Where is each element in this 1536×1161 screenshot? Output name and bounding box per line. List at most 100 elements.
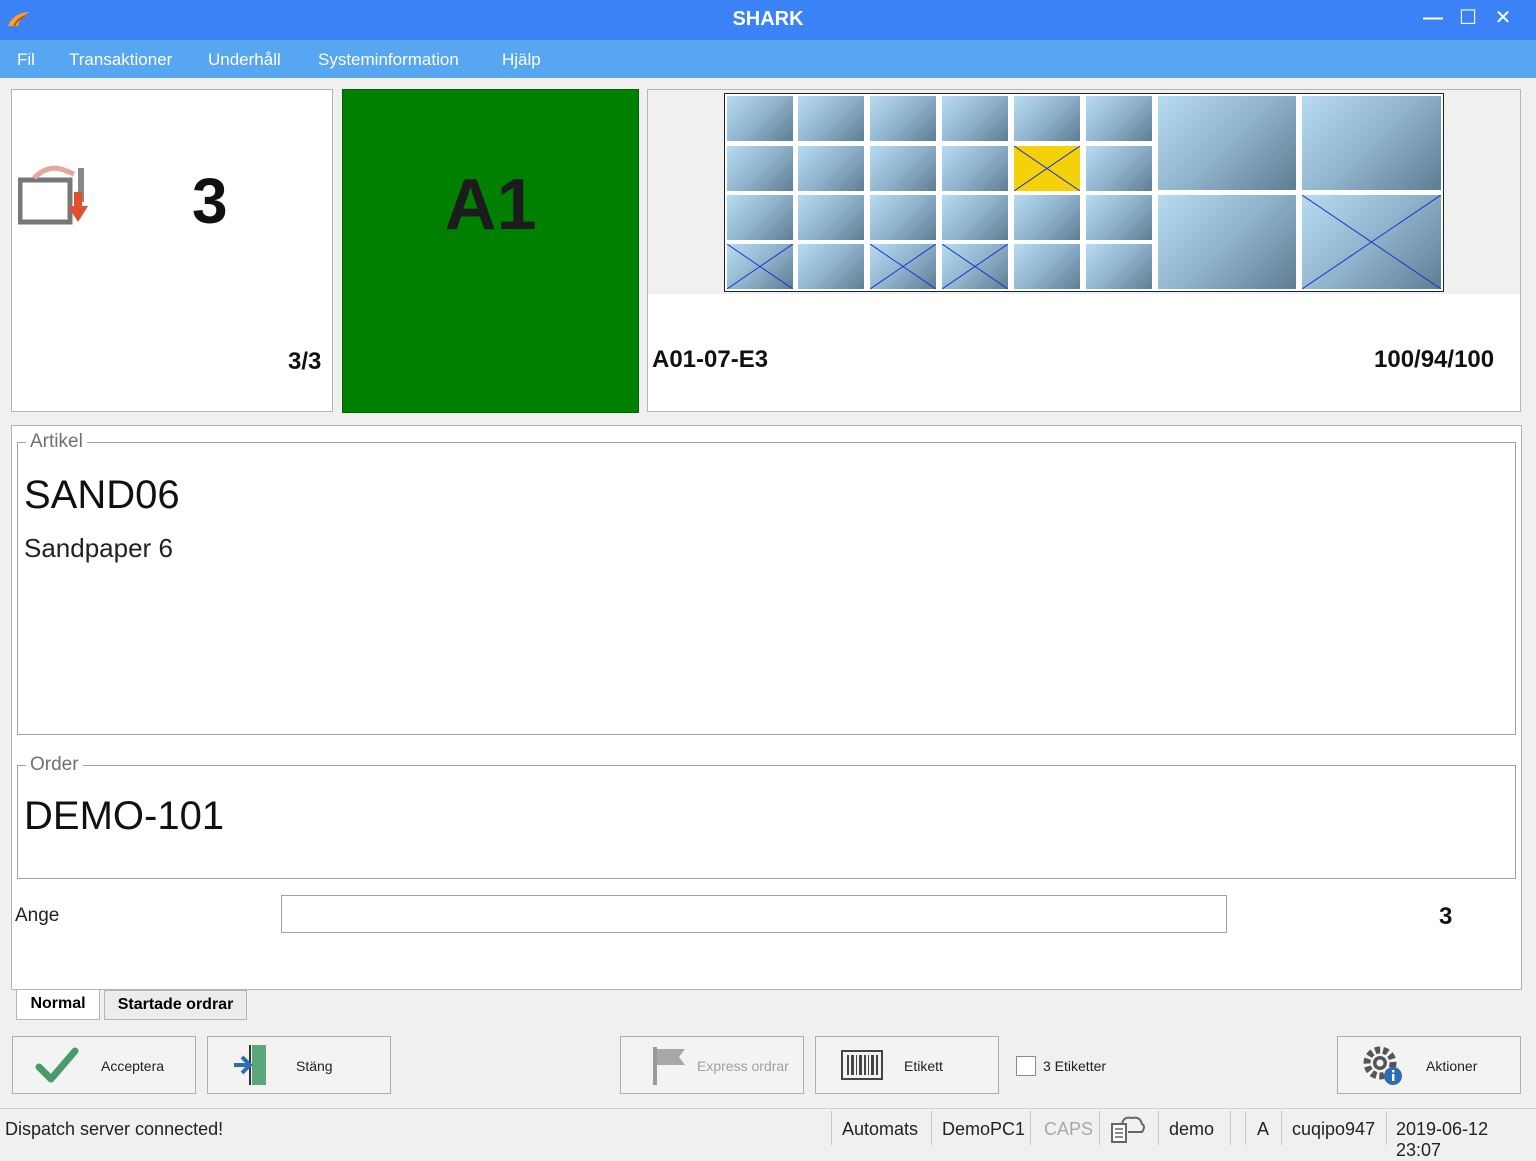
shelf-cell-empty[interactable] [870, 244, 936, 289]
pick-quantity: 3 [192, 165, 228, 237]
shelf-cell[interactable] [942, 96, 1008, 141]
barcode-input[interactable] [281, 895, 1227, 933]
shelf-cell[interactable] [727, 96, 793, 141]
order-group: Order DEMO-101 [17, 754, 1516, 879]
menu-bar: Fil Transaktioner Underhåll Systeminform… [0, 40, 1536, 78]
shelf-cell[interactable] [870, 96, 936, 141]
status-datetime: 2019-06-12 23:07 [1396, 1119, 1489, 1160]
cross-icon [870, 244, 936, 289]
title-bar: SHARK — ☐ ✕ [0, 0, 1536, 40]
cross-icon [942, 244, 1008, 289]
shelf-cell-empty[interactable] [727, 244, 793, 289]
shelf-cell[interactable] [1014, 96, 1080, 141]
status-separator [831, 1111, 832, 1145]
shelf-cell-empty[interactable] [942, 244, 1008, 289]
menu-systeminformation[interactable]: Systeminformation [318, 50, 459, 70]
status-separator [1386, 1111, 1387, 1145]
shelf-cell-large[interactable] [1158, 195, 1296, 289]
order-number: DEMO-101 [24, 794, 225, 838]
shelf-cell[interactable] [798, 244, 864, 289]
close-order-button[interactable]: Stäng [207, 1036, 391, 1094]
shelf-cell[interactable] [798, 195, 864, 240]
shelf-cell-selected[interactable] [1014, 146, 1080, 191]
shelf-cell[interactable] [1086, 195, 1152, 240]
accept-button[interactable]: Acceptera [12, 1036, 196, 1094]
shelf-cell-large-empty[interactable] [1302, 195, 1441, 289]
status-separator [1281, 1111, 1282, 1145]
pick-quantity-panel: 3 3/3 [11, 89, 333, 412]
zone-label: A1 [444, 165, 537, 245]
status-separator [1099, 1111, 1100, 1145]
details-panel: Artikel SAND06 Sandpaper 6 Order DEMO-10… [11, 425, 1522, 990]
location-code: A01-07-E3 [652, 346, 769, 373]
status-pc: DemoPC1 [942, 1119, 1026, 1139]
status-bar: Dispatch server connected! Automats Demo… [0, 1108, 1536, 1160]
shelf-cell[interactable] [870, 146, 936, 191]
menu-hjalp[interactable]: Hjälp [502, 50, 541, 70]
artikel-legend: Artikel [26, 431, 87, 453]
shelf-cell[interactable] [1014, 195, 1080, 240]
artikel-group: Artikel SAND06 Sandpaper 6 [17, 431, 1516, 735]
remaining-count: 3 [1439, 903, 1453, 930]
status-separator [1030, 1111, 1031, 1145]
shelf-cell[interactable] [798, 146, 864, 191]
status-mode: Automats [842, 1119, 919, 1139]
close-button[interactable]: ✕ [1488, 4, 1518, 32]
shelf-cell[interactable] [1014, 244, 1080, 289]
article-code: SAND06 [24, 473, 180, 517]
gear-info-icon [1363, 1046, 1402, 1085]
article-description: Sandpaper 6 [24, 533, 173, 563]
minimize-button[interactable]: — [1418, 4, 1448, 32]
status-separator [1230, 1111, 1231, 1145]
actions-label: Aktioner [1426, 1058, 1478, 1074]
tab-normal[interactable]: Normal [16, 990, 100, 1020]
status-message: Dispatch server connected! [5, 1119, 224, 1139]
menu-transaktioner[interactable]: Transaktioner [69, 50, 172, 70]
order-legend: Order [26, 754, 83, 776]
tab-startade-ordrar[interactable]: Startade ordrar [104, 990, 247, 1020]
shelf-grid [724, 93, 1444, 292]
shelf-cell[interactable] [942, 195, 1008, 240]
status-separator [931, 1111, 932, 1145]
shelf-cell[interactable] [727, 146, 793, 191]
shelf-cell[interactable] [1086, 146, 1152, 191]
input-label: Ange [15, 905, 60, 926]
shelf-cell[interactable] [727, 195, 793, 240]
menu-fil[interactable]: Fil [17, 50, 35, 70]
pick-to-box-icon [18, 165, 88, 225]
shelf-cell[interactable] [798, 96, 864, 141]
actions-button[interactable]: Aktioner [1337, 1036, 1521, 1094]
stock-levels: 100/94/100 [1374, 346, 1495, 373]
shelf-cell[interactable] [1086, 96, 1152, 141]
express-orders-button[interactable]: Express ordrar [620, 1036, 804, 1094]
exit-door-icon [234, 1045, 266, 1085]
flag-icon [653, 1047, 685, 1085]
label-button-label: Etikett [904, 1058, 943, 1074]
maximize-button[interactable]: ☐ [1453, 4, 1483, 32]
label-button[interactable]: Etikett [815, 1036, 999, 1094]
cloud-document-icon [1111, 1116, 1145, 1143]
shelf-cell[interactable] [870, 195, 936, 240]
cross-icon [727, 244, 793, 289]
labels-checkbox[interactable] [1016, 1056, 1036, 1076]
shelf-cell-large[interactable] [1302, 96, 1441, 190]
status-separator [1158, 1111, 1159, 1145]
checkmark-icon [35, 1047, 79, 1083]
window-title: SHARK [732, 8, 804, 30]
cross-icon [1014, 146, 1080, 191]
shelf-cell-large[interactable] [1158, 96, 1296, 190]
shelf-cell[interactable] [1086, 244, 1152, 289]
status-separator [1245, 1111, 1246, 1145]
cross-icon [1302, 195, 1441, 289]
accept-label: Acceptera [101, 1058, 165, 1074]
shelf-cell[interactable] [942, 146, 1008, 191]
menu-underhall[interactable]: Underhåll [208, 50, 281, 70]
status-id: cuqipo947 [1292, 1119, 1376, 1139]
express-orders-label: Express ordrar [697, 1058, 789, 1074]
pick-progress: 3/3 [288, 348, 322, 375]
status-caps: CAPS [1044, 1119, 1094, 1139]
close-order-label: Stäng [296, 1058, 333, 1074]
status-user: demo [1169, 1119, 1215, 1139]
labels-checkbox-label: 3 Etiketter [1043, 1058, 1107, 1074]
barcode-icon [841, 1050, 883, 1080]
